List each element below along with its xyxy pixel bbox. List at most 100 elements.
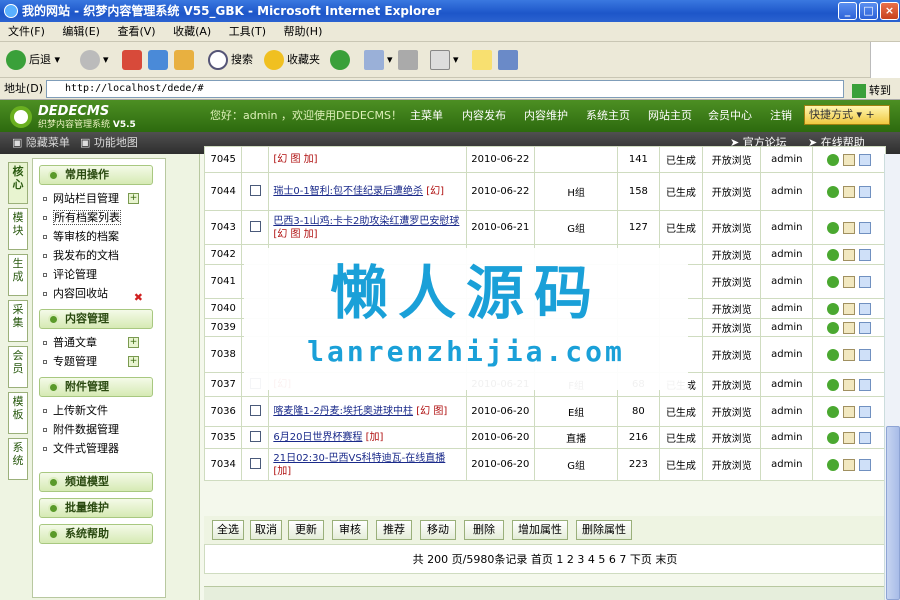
approve-icon[interactable] — [827, 458, 840, 471]
tag-link[interactable]: 加] — [300, 229, 318, 240]
nav-site-home[interactable]: 网站主页 — [648, 100, 692, 132]
approve-icon[interactable] — [827, 405, 840, 418]
vtab-collect[interactable]: 采集 — [8, 300, 28, 342]
menu-view[interactable]: 查看(V) — [117, 25, 155, 38]
view-icon[interactable] — [859, 458, 872, 471]
edit-icon[interactable] — [843, 348, 856, 361]
menu-group-batch[interactable]: 批量维护 — [39, 498, 153, 518]
edit-icon[interactable] — [843, 302, 856, 315]
edit-icon[interactable] — [843, 458, 856, 471]
pagination[interactable]: 共 200 页/5980条记录 首页 1 2 3 4 5 6 7 下页 末页 — [204, 544, 886, 574]
approve-icon[interactable] — [827, 348, 840, 361]
view-icon[interactable] — [859, 405, 872, 418]
add-icon[interactable]: + — [128, 337, 139, 348]
menu-item-column-manage[interactable]: 网站栏目管理 + — [33, 189, 165, 208]
row-checkbox[interactable] — [249, 184, 261, 196]
menu-item-my-docs[interactable]: 我发布的文档 — [33, 246, 165, 265]
edit-icon[interactable] — [843, 378, 856, 391]
nav-publish[interactable]: 内容发布 — [462, 100, 506, 132]
review-button[interactable]: 审核 — [332, 520, 368, 540]
menu-item-attach-data[interactable]: 附件数据管理 — [33, 420, 165, 439]
approve-icon[interactable] — [827, 221, 840, 234]
edit-icon[interactable] — [843, 248, 856, 261]
tag-link[interactable]: [幻 — [273, 229, 287, 240]
edit-button[interactable]: ▾ — [430, 49, 459, 71]
vtab-module[interactable]: 模块 — [8, 208, 28, 250]
vtab-core[interactable]: 核心 — [8, 162, 28, 204]
menu-group-common[interactable]: 常用操作 — [39, 165, 153, 185]
menu-item-articles[interactable]: 普通文章 + — [33, 333, 165, 352]
nav-member-center[interactable]: 会员中心 — [708, 100, 752, 132]
view-icon[interactable] — [859, 185, 872, 198]
menu-item-topics[interactable]: 专题管理 + — [33, 352, 165, 371]
menu-file[interactable]: 文件(F) — [8, 25, 45, 38]
approve-icon[interactable] — [827, 275, 840, 288]
edit-icon[interactable] — [843, 321, 856, 334]
row-checkbox[interactable] — [249, 457, 261, 469]
view-icon[interactable] — [859, 321, 872, 334]
vtab-system[interactable]: 系统 — [8, 438, 28, 480]
edit-icon[interactable] — [843, 185, 856, 198]
approve-icon[interactable] — [827, 431, 840, 444]
edit-icon[interactable] — [843, 431, 856, 444]
tag-link[interactable]: 图 — [287, 154, 300, 165]
tag-link[interactable]: [幻 — [273, 154, 287, 165]
tag-link[interactable]: [幻 — [413, 406, 430, 417]
vtab-template[interactable]: 模板 — [8, 392, 28, 434]
approve-icon[interactable] — [827, 302, 840, 315]
cancel-button[interactable]: 取消 — [250, 520, 282, 540]
edit-icon[interactable] — [843, 153, 856, 166]
menu-item-all-archives[interactable]: 所有档案列表 — [33, 208, 165, 227]
delete-icon[interactable]: ✖ — [134, 288, 143, 307]
menu-help[interactable]: 帮助(H) — [284, 25, 323, 38]
add-attribute-button[interactable]: 增加属性 — [512, 520, 568, 540]
tag-link[interactable]: 加] — [300, 154, 318, 165]
article-title-link[interactable]: 6月20日世界杯赛程 — [273, 432, 362, 443]
add-icon[interactable]: + — [128, 193, 139, 204]
maximize-button[interactable]: □ — [859, 2, 878, 20]
nav-main-menu[interactable]: 主菜单 — [410, 100, 443, 132]
view-icon[interactable] — [859, 302, 872, 315]
menu-tools[interactable]: 工具(T) — [229, 25, 266, 38]
nav-maintain[interactable]: 内容维护 — [524, 100, 568, 132]
tag-link[interactable]: [加] — [362, 432, 384, 443]
delete-button[interactable]: 删除 — [464, 520, 504, 540]
approve-icon[interactable] — [827, 153, 840, 166]
mail-button[interactable]: ▾ — [364, 49, 393, 71]
favorites-button[interactable]: 收藏夹 — [264, 49, 320, 71]
add-icon[interactable]: + — [128, 356, 139, 367]
approve-icon[interactable] — [827, 378, 840, 391]
history-button[interactable] — [330, 49, 353, 71]
menu-group-help[interactable]: 系统帮助 — [39, 524, 153, 544]
forward-button[interactable]: ▾ — [80, 49, 109, 71]
edit-icon[interactable] — [843, 405, 856, 418]
menu-item-upload[interactable]: 上传新文件 — [33, 401, 165, 420]
site-map-button[interactable]: ▣ 功能地图 — [80, 132, 138, 154]
stop-button[interactable] — [122, 49, 145, 71]
vertical-scrollbar[interactable] — [884, 154, 900, 600]
tag-link[interactable]: 图] — [430, 406, 447, 417]
vtab-generate[interactable]: 生成 — [8, 254, 28, 296]
edit-icon[interactable] — [843, 275, 856, 288]
address-input[interactable]: http://localhost/dede/# — [46, 80, 844, 98]
menu-edit[interactable]: 编辑(E) — [62, 25, 100, 38]
view-icon[interactable] — [859, 221, 872, 234]
approve-icon[interactable] — [827, 248, 840, 261]
article-title-link[interactable]: 喀麦隆1-2丹麦:埃托奥进球中柱 — [273, 406, 413, 417]
scrollbar-thumb[interactable] — [886, 426, 900, 600]
close-button[interactable]: × — [880, 2, 899, 20]
menu-favorites[interactable]: 收藏(A) — [173, 25, 211, 38]
print-button[interactable] — [398, 49, 421, 71]
menu-group-channel[interactable]: 频道模型 — [39, 472, 153, 492]
nav-system-home[interactable]: 系统主页 — [586, 100, 630, 132]
article-title-link[interactable]: 巴西3-1山鸡:卡卡2助攻染红遭罗巴安慰球 — [273, 216, 459, 227]
menu-item-comments[interactable]: 评论管理 — [33, 265, 165, 284]
search-button[interactable]: 搜索 — [208, 49, 253, 71]
go-button[interactable]: 转到 — [852, 80, 891, 102]
hide-menu-button[interactable]: ▣ 隐藏菜单 — [12, 132, 70, 154]
minimize-button[interactable]: _ — [838, 2, 857, 20]
row-checkbox[interactable] — [249, 430, 261, 442]
article-title-link[interactable]: 21日02:30-巴西VS科特迪瓦-在线直播 — [273, 453, 445, 464]
menu-item-file-manager[interactable]: 文件式管理器 — [33, 439, 165, 458]
vtab-member[interactable]: 会员 — [8, 346, 28, 388]
